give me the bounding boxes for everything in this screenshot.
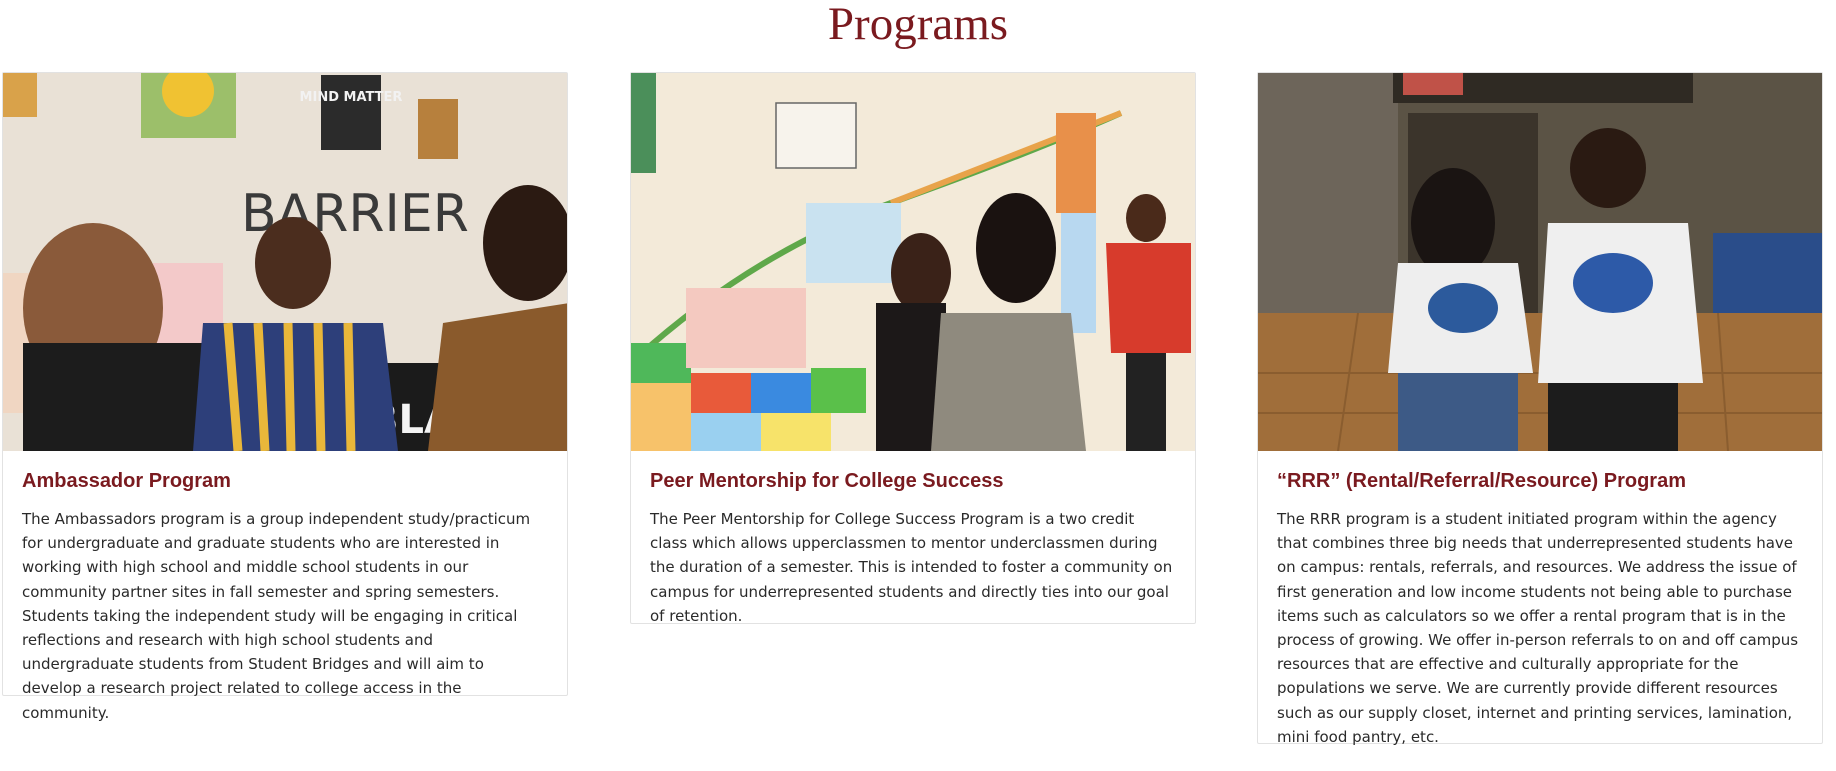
program-card-ambassador: MIND MATTER BARRIER BLA Ambassador Progr… (2, 72, 568, 722)
card-title: Ambassador Program (22, 470, 231, 492)
poster-sign-text: MIND MATTER (300, 90, 403, 105)
card-title: Peer Mentorship for College Success (650, 470, 1004, 492)
program-card-rrr: “RRR” (Rental/Referral/Resource) Program… (1257, 72, 1823, 746)
ambassador-photo: MIND MATTER BARRIER BLA (3, 73, 567, 451)
card-description: The RRR program is a student initiated p… (1277, 510, 1799, 746)
page-title: Programs (827, 0, 1009, 50)
card-title: “RRR” (Rental/Referral/Resource) Program (1277, 470, 1686, 492)
card-description: The Peer Mentorship for College Success … (650, 510, 1173, 625)
card-description: The Ambassadors program is a group indep… (22, 510, 531, 722)
program-card-peer-mentorship: Peer Mentorship for College Success The … (630, 72, 1196, 625)
rrr-program-photo (1258, 73, 1822, 451)
peer-mentorship-photo (631, 73, 1195, 451)
